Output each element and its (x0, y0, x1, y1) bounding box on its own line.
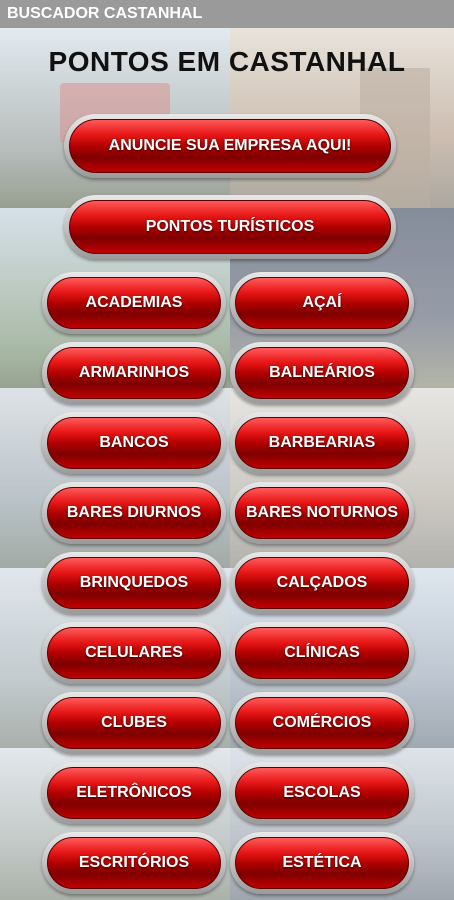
category-label: BARES NOTURNOS (235, 487, 409, 539)
category-button-escritorios[interactable]: ESCRITÓRIOS (42, 832, 226, 894)
tourism-points-button-label: PONTOS TURÍSTICOS (69, 200, 391, 254)
category-button-calcados[interactable]: CALÇADOS (230, 552, 414, 614)
category-button-estetica[interactable]: ESTÉTICA (230, 832, 414, 894)
category-button-balnearios[interactable]: BALNEÁRIOS (230, 342, 414, 404)
app-title-bar: BUSCADOR CASTANHAL (0, 0, 454, 28)
category-button-celulares[interactable]: CELULARES (42, 622, 226, 684)
category-label: ESCOLAS (235, 767, 409, 819)
page-title: PONTOS EM CASTANHAL (48, 46, 406, 77)
category-label: BALNEÁRIOS (235, 347, 409, 399)
category-label: COMÉRCIOS (235, 697, 409, 749)
category-label: BANCOS (47, 417, 221, 469)
category-button-acai[interactable]: AÇAÍ (230, 272, 414, 334)
category-label: BARES DIURNOS (47, 487, 221, 539)
category-label: ELETRÔNICOS (47, 767, 221, 819)
category-label: ESTÉTICA (235, 837, 409, 889)
category-button-bares-diurnos[interactable]: BARES DIURNOS (42, 482, 226, 544)
category-button-clinicas[interactable]: CLÍNICAS (230, 622, 414, 684)
category-label: CLÍNICAS (235, 627, 409, 679)
tourism-points-button[interactable]: PONTOS TURÍSTICOS (64, 195, 396, 259)
category-label: CALÇADOS (235, 557, 409, 609)
category-button-academias[interactable]: ACADEMIAS (42, 272, 226, 334)
category-button-eletronicos[interactable]: ELETRÔNICOS (42, 762, 226, 824)
category-button-brinquedos[interactable]: BRINQUEDOS (42, 552, 226, 614)
category-button-bares-noturnos[interactable]: BARES NOTURNOS (230, 482, 414, 544)
advertise-button[interactable]: ANUNCIE SUA EMPRESA AQUI! (64, 114, 396, 178)
category-button-comercios[interactable]: COMÉRCIOS (230, 692, 414, 754)
category-label: ACADEMIAS (47, 277, 221, 329)
advertise-button-label: ANUNCIE SUA EMPRESA AQUI! (69, 119, 391, 173)
category-label: ESCRITÓRIOS (47, 837, 221, 889)
category-label: CLUBES (47, 697, 221, 749)
main-content[interactable]: PONTOS EM CASTANHAL ANUNCIE SUA EMPRESA … (0, 28, 454, 900)
category-label: CELULARES (47, 627, 221, 679)
category-button-clubes[interactable]: CLUBES (42, 692, 226, 754)
category-label: BARBEARIAS (235, 417, 409, 469)
category-button-armarinhos[interactable]: ARMARINHOS (42, 342, 226, 404)
app-title: BUSCADOR CASTANHAL (7, 5, 203, 22)
category-button-escolas[interactable]: ESCOLAS (230, 762, 414, 824)
category-label: BRINQUEDOS (47, 557, 221, 609)
category-button-bancos[interactable]: BANCOS (42, 412, 226, 474)
category-label: AÇAÍ (235, 277, 409, 329)
category-label: ARMARINHOS (47, 347, 221, 399)
category-button-barbearias[interactable]: BARBEARIAS (230, 412, 414, 474)
